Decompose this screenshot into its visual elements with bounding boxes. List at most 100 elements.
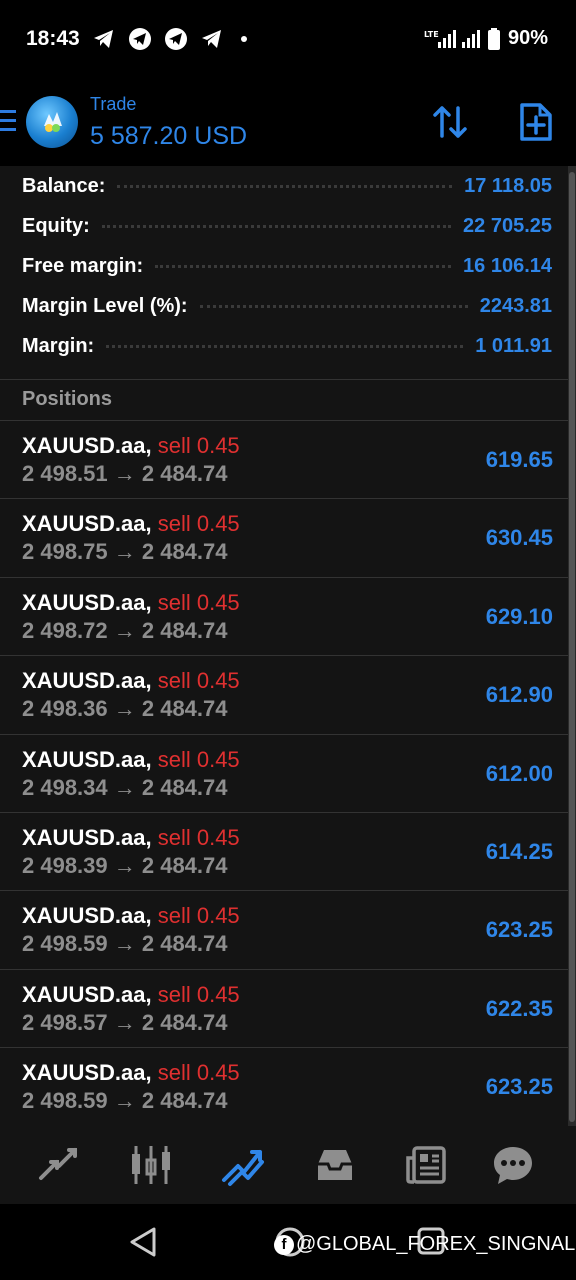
- position-profit: 623.25: [485, 917, 553, 943]
- watermark: f @GLOBAL_FOREX_SINGNALS: [274, 1233, 576, 1256]
- position-row[interactable]: XAUUSD.aa, sell 0.45 2 498.36 → 2 484.74…: [0, 655, 568, 733]
- position-title: XAUUSD.aa, sell 0.45: [22, 825, 240, 851]
- history-icon[interactable]: [312, 1142, 358, 1188]
- messages-icon[interactable]: [490, 1142, 536, 1188]
- app-header: Trade 5 587.20 USD: [0, 78, 576, 166]
- position-profit: 612.90: [485, 682, 553, 708]
- summary-label: Margin:: [22, 334, 95, 357]
- summary-label: Margin Level (%):: [22, 294, 188, 317]
- new-order-icon[interactable]: [516, 102, 556, 142]
- dot-icon: [241, 36, 247, 42]
- position-prices: 2 498.36 → 2 484.74: [22, 696, 228, 722]
- summary-row-margin: Margin: 1 011.91: [22, 326, 552, 366]
- scrollbar-thumb[interactable]: [569, 172, 575, 1122]
- dotted-leader: [106, 344, 464, 348]
- account-summary: Balance: 17 118.05 Equity: 22 705.25 Fre…: [0, 166, 568, 380]
- news-icon[interactable]: [404, 1142, 450, 1188]
- position-title: XAUUSD.aa, sell 0.45: [22, 903, 240, 929]
- position-title: XAUUSD.aa, sell 0.45: [22, 1060, 240, 1086]
- chart-icon[interactable]: [128, 1142, 174, 1188]
- position-row[interactable]: XAUUSD.aa, sell 0.45 2 498.59 → 2 484.74…: [0, 890, 568, 968]
- position-prices: 2 498.59 → 2 484.74: [22, 931, 228, 957]
- position-row[interactable]: XAUUSD.aa, sell 0.45 2 498.72 → 2 484.74…: [0, 576, 568, 655]
- bottom-navigation: [0, 1126, 576, 1204]
- position-row[interactable]: XAUUSD.aa, sell 0.45 2 498.39 → 2 484.74…: [0, 812, 568, 890]
- signal-icon: LTE: [424, 29, 480, 48]
- position-title: XAUUSD.aa, sell 0.45: [22, 747, 240, 773]
- position-symbol: XAUUSD.aa,: [22, 1060, 152, 1086]
- sort-icon[interactable]: [430, 102, 470, 142]
- position-side: sell 0.45: [157, 825, 240, 850]
- position-prices: 2 498.75 → 2 484.74: [22, 539, 228, 565]
- summary-value: 2243.81: [479, 294, 552, 317]
- position-symbol: XAUUSD.aa,: [22, 981, 152, 1007]
- position-profit: 619.65: [485, 447, 553, 472]
- position-symbol: XAUUSD.aa,: [22, 589, 152, 615]
- position-profit: 614.25: [485, 839, 553, 864]
- summary-value: 17 118.05: [464, 174, 552, 197]
- telegram-icon: [202, 30, 221, 48]
- position-side: sell 0.45: [157, 589, 240, 615]
- position-title: XAUUSD.aa, sell 0.45: [22, 511, 240, 537]
- summary-label: Balance:: [22, 174, 106, 197]
- position-prices: 2 498.34 → 2 484.74: [22, 774, 228, 800]
- quotes-icon[interactable]: [35, 1142, 81, 1188]
- telegram-circle-icon: [165, 28, 187, 50]
- position-side: sell 0.45: [157, 903, 240, 929]
- position-symbol: XAUUSD.aa,: [22, 511, 152, 537]
- position-title: XAUUSD.aa, sell 0.45: [22, 433, 240, 459]
- position-profit: 630.45: [485, 525, 553, 551]
- back-icon[interactable]: [128, 1226, 158, 1258]
- summary-row-equity: Equity: 22 705.25: [22, 206, 552, 246]
- summary-label: Equity:: [22, 214, 90, 237]
- position-row[interactable]: XAUUSD.aa, sell 0.45 2 498.59 → 2 484.74…: [0, 1047, 568, 1125]
- status-time: 18:43: [26, 27, 80, 50]
- summary-row-free-margin: Free margin: 16 106.14: [22, 246, 552, 286]
- position-prices: 2 498.39 → 2 484.74: [22, 853, 228, 878]
- position-side: sell 0.45: [157, 668, 240, 694]
- summary-row-margin-level: Margin Level (%): 2243.81: [22, 286, 552, 326]
- status-bar: 18:43 LTE 90%: [0, 0, 576, 78]
- position-prices: 2 498.57 → 2 484.74: [22, 1009, 228, 1035]
- position-symbol: XAUUSD.aa,: [22, 433, 152, 458]
- trade-icon[interactable]: [220, 1142, 266, 1188]
- position-title: XAUUSD.aa, sell 0.45: [22, 590, 240, 616]
- page-title: Trade: [90, 94, 137, 114]
- summary-label: Free margin:: [22, 254, 144, 277]
- summary-row-balance: Balance: 17 118.05: [22, 166, 552, 206]
- notification-icons: [92, 27, 260, 51]
- dotted-leader: [117, 184, 453, 188]
- svg-text:LTE: LTE: [424, 30, 439, 39]
- position-symbol: XAUUSD.aa,: [22, 903, 152, 929]
- position-profit: 612.00: [485, 760, 553, 786]
- summary-value: 22 705.25: [463, 214, 552, 237]
- system-navigation-bar: f @GLOBAL_FOREX_SINGNALS: [0, 1204, 576, 1280]
- telegram-icon: [94, 30, 113, 48]
- position-row[interactable]: XAUUSD.aa, sell 0.45 2 498.57 → 2 484.74…: [0, 968, 568, 1047]
- battery-icon: [487, 27, 500, 50]
- position-side: sell 0.45: [157, 433, 240, 458]
- position-prices: 2 498.51 → 2 484.74: [22, 461, 228, 486]
- status-right: LTE 90%: [424, 27, 548, 50]
- summary-value: 1 011.91: [475, 334, 552, 357]
- position-side: sell 0.45: [157, 981, 240, 1007]
- position-row[interactable]: XAUUSD.aa, sell 0.45 2 498.75 → 2 484.74…: [0, 498, 568, 576]
- position-prices: 2 498.59 → 2 484.74: [22, 1088, 228, 1114]
- position-symbol: XAUUSD.aa,: [22, 668, 152, 694]
- dotted-leader: [101, 224, 452, 228]
- position-side: sell 0.45: [157, 746, 240, 772]
- dotted-leader: [155, 264, 452, 268]
- position-side: sell 0.45: [157, 1060, 240, 1086]
- position-profit: 623.25: [485, 1074, 553, 1100]
- position-profit: 629.10: [485, 603, 553, 629]
- position-row[interactable]: XAUUSD.aa, sell 0.45 2 498.51 → 2 484.74…: [0, 420, 568, 498]
- metatrader-logo-icon: [26, 96, 78, 148]
- position-row[interactable]: XAUUSD.aa, sell 0.45 2 498.34 → 2 484.74…: [0, 733, 568, 812]
- menu-icon[interactable]: [0, 110, 16, 132]
- summary-value: 16 106.14: [463, 254, 552, 277]
- positions-section-header: Positions: [0, 380, 568, 420]
- position-profit: 622.35: [485, 995, 553, 1021]
- watermark-text: @GLOBAL_FOREX_SINGNALS: [296, 1233, 576, 1255]
- position-title: XAUUSD.aa, sell 0.45: [22, 668, 240, 694]
- positions-title: Positions: [22, 388, 113, 410]
